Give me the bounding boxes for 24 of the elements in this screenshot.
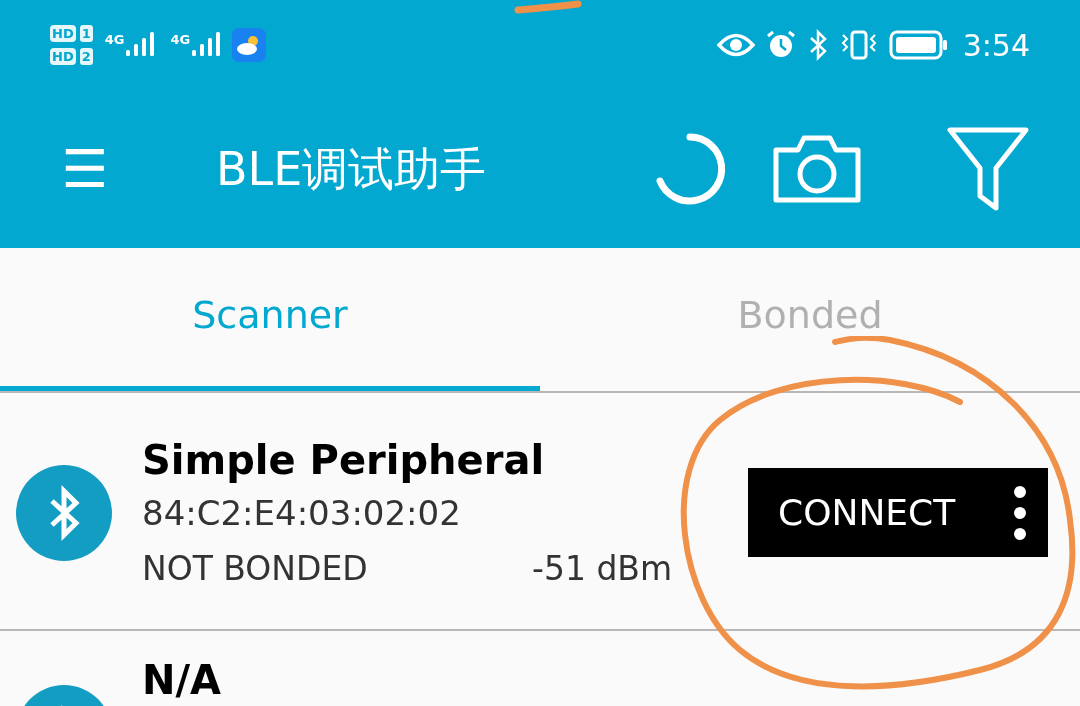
connect-button[interactable]: CONNECT [748,468,1048,557]
sim-badge: HD [50,48,76,65]
eye-icon [716,32,755,58]
app-title: BLE调试助手 [216,140,487,198]
device-name: N/A [142,656,222,705]
tab[interactable]: Scanner [0,248,540,391]
clock: 3:54 [962,26,1030,65]
bluetooth-icon [16,465,112,561]
menu-button[interactable]: ☰ [50,143,120,195]
weather-icon [232,28,267,62]
device-address: 84:C2:E4:03:02:02 [142,492,462,535]
more-icon[interactable] [1014,485,1026,540]
device-name: Simple Peripheral [142,436,546,485]
sim-slot: 2 [79,48,93,65]
pen-stroke-drawing [512,0,584,16]
network-type: 4G [170,31,191,49]
network-type: 4G [104,31,125,49]
filter-icon[interactable] [946,126,1030,212]
tab[interactable]: Bonded [540,248,1080,391]
bond-status: NOT BONDED [142,548,369,590]
signal-strength: -51 dBm [532,548,673,590]
battery-icon [888,29,949,61]
sim-slot: 1 [79,25,93,42]
sim-badge: HD [50,25,76,42]
